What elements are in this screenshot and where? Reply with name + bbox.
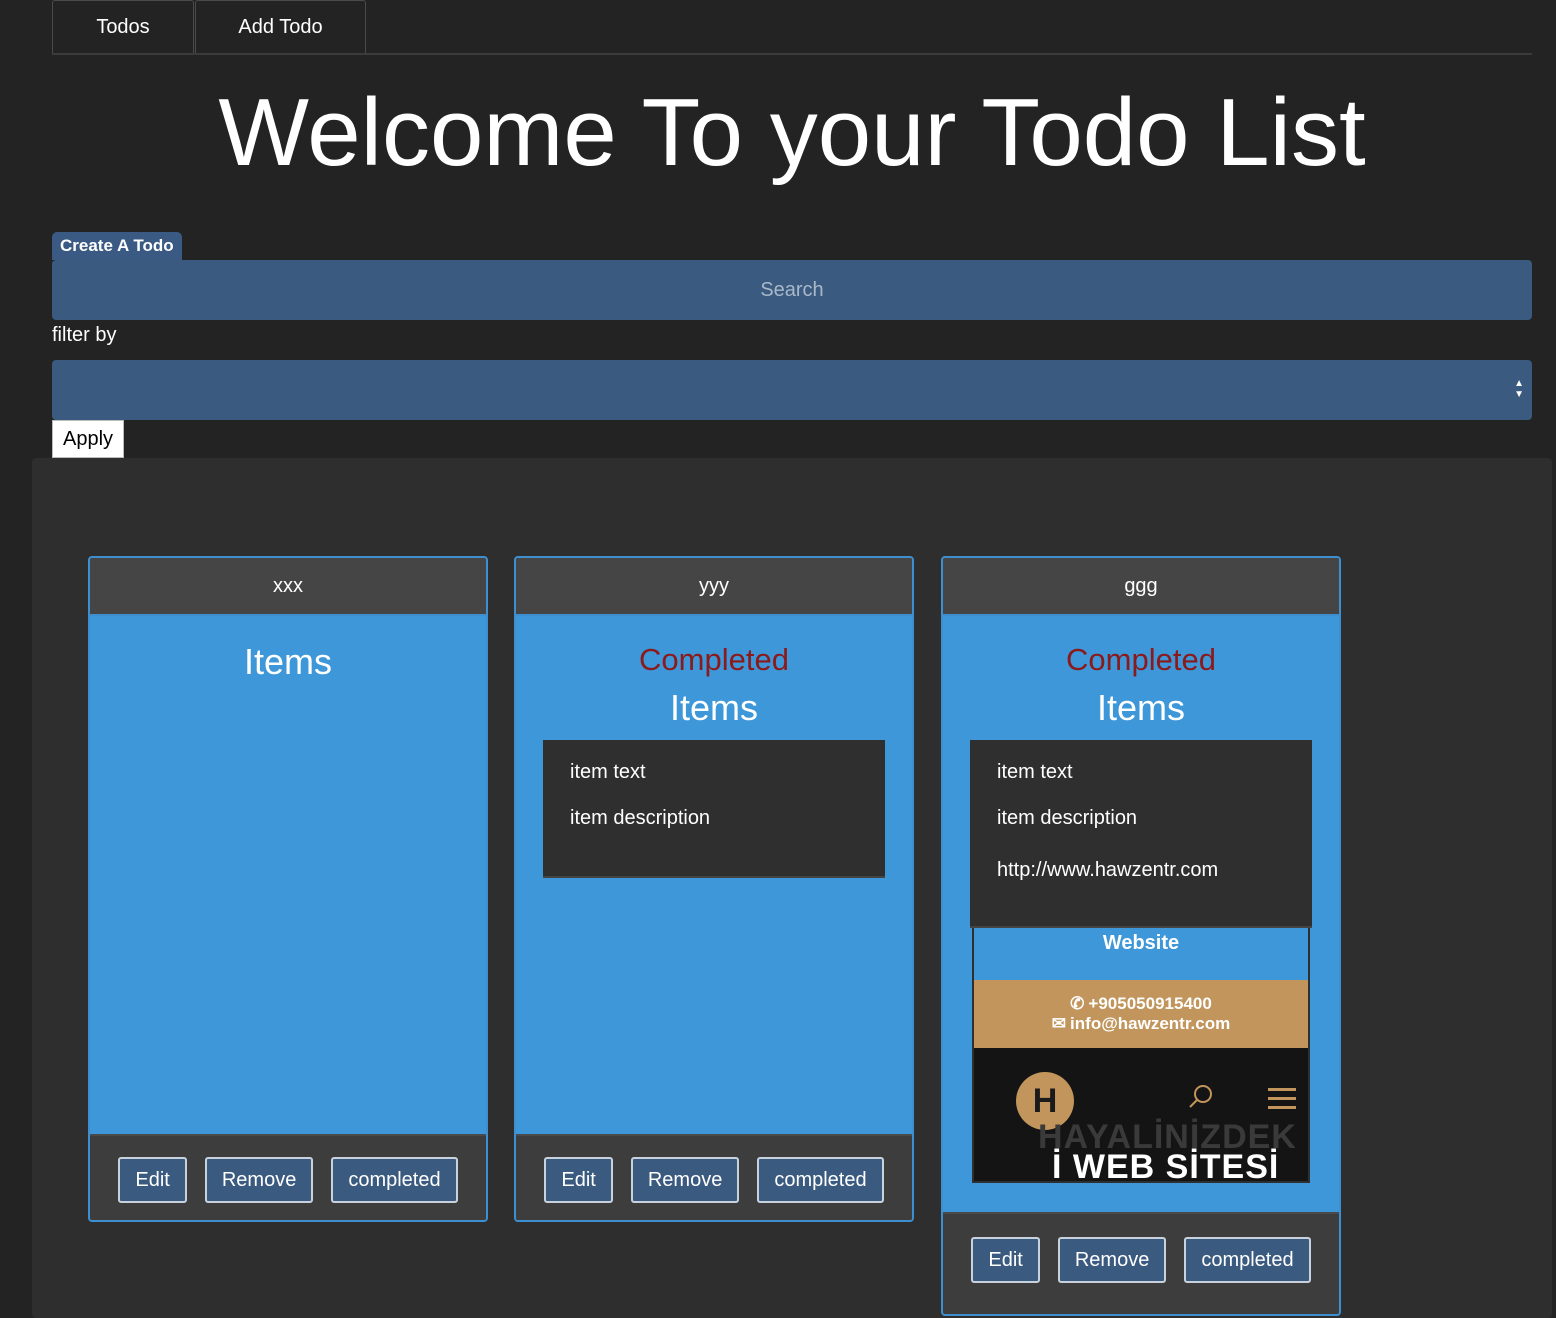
todo-card-xxx: xxx Items Edit Remove completed bbox=[88, 556, 488, 1222]
todo-card-ggg: ggg Completed Items item text item descr… bbox=[941, 556, 1341, 1316]
completed-heading: Completed bbox=[1066, 642, 1216, 677]
preview-title: Website bbox=[1102, 932, 1180, 954]
envelope-icon: ✉ bbox=[1051, 1014, 1067, 1033]
remove-button[interactable]: Remove bbox=[630, 1157, 740, 1203]
website-preview[interactable]: Website ✆ +905050915400 ✉ info@hawzentr.… bbox=[972, 928, 1310, 1183]
completed-button[interactable]: completed bbox=[757, 1157, 884, 1203]
item-url[interactable]: http://www.hawzentr.com bbox=[997, 856, 1285, 906]
items-heading: Items bbox=[243, 641, 332, 682]
filter-select[interactable]: ▲ ▼ bbox=[52, 360, 1532, 420]
card-actions: Edit Remove completed bbox=[943, 1212, 1339, 1306]
card-actions: Edit Remove completed bbox=[516, 1134, 912, 1220]
card-title: ggg bbox=[943, 558, 1339, 616]
apply-button[interactable]: Apply bbox=[52, 420, 124, 458]
select-arrows-icon: ▲ ▼ bbox=[1514, 378, 1524, 400]
filter-label: filter by bbox=[52, 324, 117, 346]
create-todo-badge[interactable]: Create A Todo bbox=[52, 232, 182, 260]
completed-heading: Completed bbox=[639, 642, 789, 677]
card-actions: Edit Remove completed bbox=[90, 1134, 486, 1220]
tab-add-todo[interactable]: Add Todo bbox=[195, 0, 366, 53]
item-text: item text bbox=[997, 761, 1073, 783]
preview-contact-bar: ✆ +905050915400 ✉ info@hawzentr.com bbox=[974, 980, 1308, 1048]
edit-button[interactable]: Edit bbox=[971, 1237, 1040, 1283]
item-description: item description bbox=[997, 807, 1138, 829]
item-text: item text bbox=[570, 761, 646, 783]
card-title: xxx bbox=[90, 558, 486, 616]
tab-bar: Todos Add Todo bbox=[52, 0, 1532, 55]
edit-button[interactable]: Edit bbox=[544, 1157, 613, 1203]
preview-email: info@hawzentr.com bbox=[1070, 1014, 1231, 1033]
remove-button[interactable]: Remove bbox=[1057, 1237, 1167, 1283]
preview-hero: H HAYALİNİZDEK İ WEB SİTESİ bbox=[974, 1048, 1308, 1181]
card-body: Completed Items item text item descripti… bbox=[516, 616, 912, 1134]
hamburger-menu-icon bbox=[1268, 1088, 1296, 1115]
hero-headline: İ WEB SİTESİ bbox=[1052, 1148, 1280, 1181]
completed-button[interactable]: completed bbox=[1184, 1237, 1311, 1283]
card-body: Items bbox=[90, 616, 486, 1134]
item-description: item description bbox=[570, 807, 711, 829]
search-input[interactable]: Search bbox=[52, 260, 1532, 320]
items-heading: Items bbox=[669, 687, 758, 728]
completed-button[interactable]: completed bbox=[331, 1157, 458, 1203]
page-title: Welcome To your Todo List bbox=[218, 79, 1366, 186]
todo-item: item text item description http://www.ha… bbox=[970, 740, 1312, 928]
todo-item: item text item description bbox=[543, 740, 885, 878]
preview-phone: +905050915400 bbox=[1088, 994, 1212, 1013]
todo-card-yyy: yyy Completed Items item text item descr… bbox=[514, 556, 914, 1222]
remove-button[interactable]: Remove bbox=[204, 1157, 314, 1203]
items-heading: Items bbox=[1096, 687, 1185, 728]
search-icon bbox=[1189, 1085, 1212, 1108]
card-title: yyy bbox=[516, 558, 912, 616]
phone-icon: ✆ bbox=[1070, 994, 1085, 1013]
card-body: Completed Items item text item descripti… bbox=[943, 616, 1339, 1212]
tab-todos[interactable]: Todos bbox=[52, 0, 194, 53]
edit-button[interactable]: Edit bbox=[118, 1157, 187, 1203]
